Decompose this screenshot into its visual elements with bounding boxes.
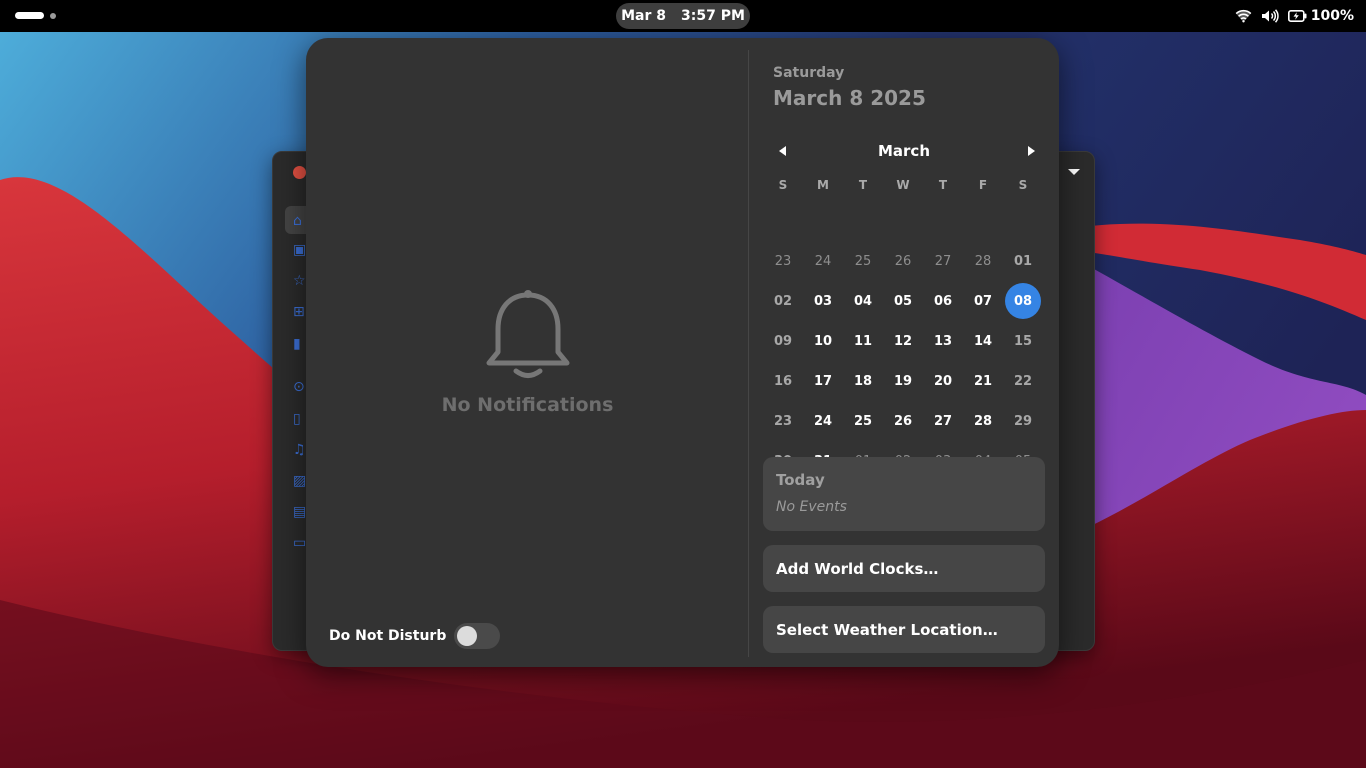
calendar-day[interactable]: 03 (805, 283, 841, 319)
calendar-day[interactable]: 04 (845, 283, 881, 319)
calendar-day[interactable]: 12 (885, 323, 921, 359)
calendar-day[interactable]: 07 (965, 283, 1001, 319)
do-not-disturb-row: Do Not Disturb (329, 623, 501, 649)
calendar-day[interactable]: 18 (845, 363, 881, 399)
chevron-right-icon (1028, 146, 1035, 156)
system-status-menu[interactable]: 100% (1235, 0, 1354, 32)
calendar-day[interactable]: 14 (965, 323, 1001, 359)
calendar-day[interactable]: 26 (885, 403, 921, 439)
calendar-day[interactable]: 13 (925, 323, 961, 359)
workspace-indicator[interactable] (50, 13, 56, 19)
clock-button[interactable]: Mar 8 3:57 PM (616, 3, 750, 29)
events-section[interactable]: Today No Events (763, 457, 1045, 531)
calendar-day[interactable]: 15 (1005, 323, 1041, 359)
notification-list-empty: No Notifications (306, 288, 749, 416)
calendar-day[interactable]: 16 (765, 363, 801, 399)
workspace-indicator-active[interactable] (15, 12, 44, 19)
add-world-clocks-label: Add World Clocks… (776, 559, 939, 578)
weekday-header: T (938, 178, 948, 192)
weekday-header: S (778, 178, 788, 192)
weekday-header: T (858, 178, 868, 192)
calendar-day[interactable]: 25 (845, 243, 881, 279)
calendar-day[interactable]: 06 (925, 283, 961, 319)
no-events-label: No Events (776, 499, 847, 515)
calendar-day-today[interactable]: 08 (1005, 283, 1041, 319)
calendar-header: March (763, 138, 1045, 164)
menu-dropdown-icon[interactable] (1068, 169, 1080, 175)
calendar-grid: 23 24 25 26 27 28 01 02 03 04 05 06 07 08 09 10 11 12 13 14… (763, 241, 1045, 481)
calendar-day[interactable]: 23 (765, 243, 801, 279)
close-window-button[interactable] (293, 166, 306, 179)
calendar-day[interactable]: 10 (805, 323, 841, 359)
date-menu-popover: No Notifications Do Not Disturb Saturday… (306, 38, 1059, 667)
battery-percent: 100% (1310, 8, 1354, 24)
switch-knob (457, 626, 478, 646)
weekday-header: W (896, 178, 910, 192)
select-weather-location-label: Select Weather Location… (776, 620, 998, 639)
events-title: Today (776, 471, 825, 489)
weekday-header: F (978, 178, 988, 192)
calendar-day[interactable]: 26 (885, 243, 921, 279)
clock-date: Mar 8 (621, 8, 666, 24)
calendar-day[interactable]: 17 (805, 363, 841, 399)
calendar-day[interactable]: 21 (965, 363, 1001, 399)
calendar-day[interactable]: 01 (1005, 243, 1041, 279)
calendar-day[interactable]: 05 (885, 283, 921, 319)
calendar-day[interactable]: 25 (845, 403, 881, 439)
calendar-day[interactable]: 20 (925, 363, 961, 399)
do-not-disturb-label: Do Not Disturb (329, 628, 447, 644)
weekday-row: SMTWTFS (763, 178, 1045, 192)
wifi-icon (1235, 9, 1252, 23)
weekday-heading[interactable]: Saturday (773, 65, 844, 81)
calendar-day[interactable]: 24 (805, 403, 841, 439)
calendar-day[interactable]: 23 (765, 403, 801, 439)
calendar-day[interactable]: 11 (845, 323, 881, 359)
calendar-day[interactable]: 24 (805, 243, 841, 279)
clock-time: 3:57 PM (681, 8, 745, 24)
add-world-clocks-button[interactable]: Add World Clocks… (763, 545, 1045, 592)
do-not-disturb-switch[interactable] (454, 623, 501, 649)
calendar-day[interactable]: 19 (885, 363, 921, 399)
top-bar: Mar 8 3:57 PM 100% (0, 0, 1366, 32)
next-month-button[interactable] (1018, 138, 1044, 164)
calendar-day[interactable]: 28 (965, 403, 1001, 439)
no-notifications-label: No Notifications (441, 394, 614, 416)
weekday-header: M (817, 178, 829, 192)
volume-icon (1261, 9, 1279, 23)
month-label: March (877, 142, 931, 160)
battery-icon (1287, 10, 1307, 22)
date-heading[interactable]: March 8 2025 (773, 86, 926, 110)
calendar-day[interactable]: 22 (1005, 363, 1041, 399)
calendar-day[interactable]: 27 (925, 403, 961, 439)
calendar-day[interactable]: 09 (765, 323, 801, 359)
bell-icon (486, 290, 569, 378)
calendar-pane: Saturday March 8 2025 March SMTWTFS 23 24… (763, 38, 1045, 667)
weekday-header: S (1018, 178, 1028, 192)
popover-divider (748, 50, 749, 657)
calendar-day[interactable]: 28 (965, 243, 1001, 279)
calendar-day[interactable]: 02 (765, 283, 801, 319)
select-weather-location-button[interactable]: Select Weather Location… (763, 606, 1045, 653)
calendar-day[interactable]: 27 (925, 243, 961, 279)
calendar-day[interactable]: 29 (1005, 403, 1041, 439)
